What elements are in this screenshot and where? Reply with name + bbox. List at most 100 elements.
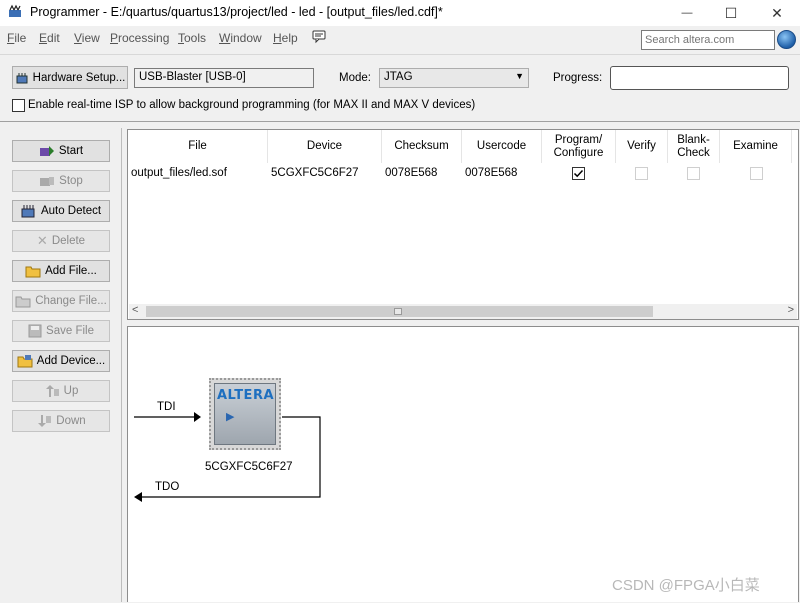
programmer-app-icon: [9, 4, 21, 17]
stop-icon: [40, 177, 55, 186]
column-header-checksum[interactable]: Checksum: [382, 130, 462, 163]
checkmark-icon: [573, 169, 584, 178]
search-input[interactable]: [641, 30, 775, 50]
maximize-button[interactable]: ☐: [708, 0, 754, 26]
mode-label: Mode:: [339, 72, 371, 84]
minimize-icon: —: [681, 7, 693, 19]
add-device-label: Add Device...: [36, 355, 106, 367]
horizontal-scrollbar[interactable]: < >: [129, 304, 797, 319]
change-file-icon: [15, 296, 31, 308]
scrollbar-thumb[interactable]: [146, 306, 653, 317]
add-device-button[interactable]: Add Device...: [12, 350, 110, 372]
column-header-usercode[interactable]: Usercode: [462, 130, 542, 163]
blank-header-line2: Check: [677, 146, 710, 159]
progress-label: Progress:: [553, 72, 603, 84]
isp-label: Enable real-time ISP to allow background…: [28, 99, 476, 111]
fpga-device[interactable]: ALTERA ▶: [209, 378, 281, 450]
thumb-grip: [394, 308, 402, 315]
add-file-button[interactable]: Add File...: [12, 260, 110, 282]
close-button[interactable]: ✕: [754, 0, 800, 26]
close-icon: ✕: [771, 4, 783, 21]
column-header-blank-check[interactable]: Blank- Check: [668, 130, 720, 163]
delete-icon: ✕: [36, 233, 48, 248]
hardware-setup-label: Hardware Setup...: [32, 71, 126, 84]
menu-help[interactable]: Help: [273, 31, 298, 45]
program-header-line1: Program/: [554, 133, 603, 146]
column-header-verify[interactable]: Verify: [616, 130, 668, 163]
hardware-device-field: USB-Blaster [USB-0]: [134, 68, 314, 88]
up-arrow-icon: [45, 385, 59, 397]
tdo-arrow-icon: [134, 492, 142, 502]
menu-tools[interactable]: Tools: [178, 31, 206, 45]
row-usercode: 0078E568: [465, 167, 518, 179]
speech-bubble-icon[interactable]: [312, 30, 326, 44]
scroll-right-icon[interactable]: >: [788, 304, 794, 316]
add-file-label: Add File...: [45, 265, 97, 277]
delete-label: Delete: [51, 235, 86, 247]
delete-button[interactable]: ✕ Delete: [12, 230, 110, 252]
change-file-label: Change File...: [35, 295, 107, 307]
up-button[interactable]: Up: [12, 380, 110, 402]
hardware-panel: Hardware Setup... USB-Blaster [USB-0] Mo…: [0, 54, 800, 122]
row-checksum: 0078E568: [385, 167, 438, 179]
program-header-line2: Configure: [553, 146, 604, 159]
save-icon: [28, 324, 42, 338]
auto-detect-icon: [21, 205, 35, 218]
down-label: Down: [56, 415, 86, 427]
row-file: output_files/led.sof: [131, 167, 227, 179]
row-device: 5CGXFC5C6F27: [271, 167, 359, 179]
auto-detect-label: Auto Detect: [40, 205, 102, 217]
altera-logo: ALTERA: [217, 388, 275, 403]
change-file-button[interactable]: Change File...: [12, 290, 110, 312]
hardware-setup-button[interactable]: Hardware Setup...: [12, 66, 128, 89]
device-name-label: 5CGXFC5C6F27: [205, 461, 293, 473]
progress-bar: [610, 66, 789, 90]
globe-icon[interactable]: [777, 30, 796, 49]
start-button[interactable]: Start: [12, 140, 110, 162]
save-file-label: Save File: [46, 325, 94, 337]
menu-view[interactable]: View: [74, 31, 100, 45]
start-icon: [39, 146, 54, 156]
blank-check-checkbox[interactable]: [687, 167, 700, 180]
verify-checkbox[interactable]: [635, 167, 648, 180]
menu-edit[interactable]: Edit: [39, 31, 60, 45]
folder-icon: [25, 266, 41, 278]
device-table: File Device Checksum Usercode Program/ C…: [127, 129, 799, 320]
action-button-column: Start Stop Auto Detect ✕ Delete Add File…: [0, 128, 122, 602]
column-header-device[interactable]: Device: [268, 130, 382, 163]
column-header-program-configure[interactable]: Program/ Configure: [542, 130, 616, 163]
examine-checkbox[interactable]: [750, 167, 763, 180]
tdi-arrow-icon: [194, 412, 201, 422]
watermark: CSDN @FPGA小白菜: [612, 577, 760, 594]
title-bar: Programmer - E:/quartus/quartus13/projec…: [0, 0, 800, 26]
menu-window[interactable]: Window: [219, 31, 262, 45]
stop-button[interactable]: Stop: [12, 170, 110, 192]
window-title: Programmer - E:/quartus/quartus13/projec…: [30, 5, 443, 19]
blank-header-line1: Blank-: [677, 133, 710, 146]
tdo-label: TDO: [155, 481, 180, 493]
stop-label: Stop: [59, 175, 83, 187]
jtag-chain-panel: TDI TDO ALTERA ▶ 5CGXFC5C6F27: [127, 326, 799, 602]
scroll-left-icon[interactable]: <: [132, 304, 138, 316]
menu-file[interactable]: File: [7, 31, 26, 45]
down-button[interactable]: Down: [12, 410, 110, 432]
mode-value: JTAG: [384, 71, 413, 83]
down-arrow-icon: [38, 415, 52, 427]
menu-processing[interactable]: Processing: [110, 31, 169, 45]
column-header-file[interactable]: File: [128, 130, 268, 163]
chevron-down-icon: ▼: [515, 71, 524, 81]
up-label: Up: [63, 385, 79, 397]
chip-body: ALTERA ▶: [214, 383, 276, 445]
start-label: Start: [58, 145, 84, 157]
play-icon: ▶: [226, 411, 235, 423]
mode-select[interactable]: JTAG ▼: [379, 68, 529, 88]
minimize-button[interactable]: —: [664, 0, 710, 26]
add-device-icon: [17, 355, 33, 368]
program-configure-checkbox[interactable]: [572, 167, 585, 180]
save-file-button[interactable]: Save File: [12, 320, 110, 342]
isp-checkbox[interactable]: [12, 99, 25, 112]
auto-detect-button[interactable]: Auto Detect: [12, 200, 110, 222]
column-header-examine[interactable]: Examine: [720, 130, 792, 163]
hardware-icon: [16, 72, 28, 83]
tdi-label: TDI: [157, 401, 176, 413]
